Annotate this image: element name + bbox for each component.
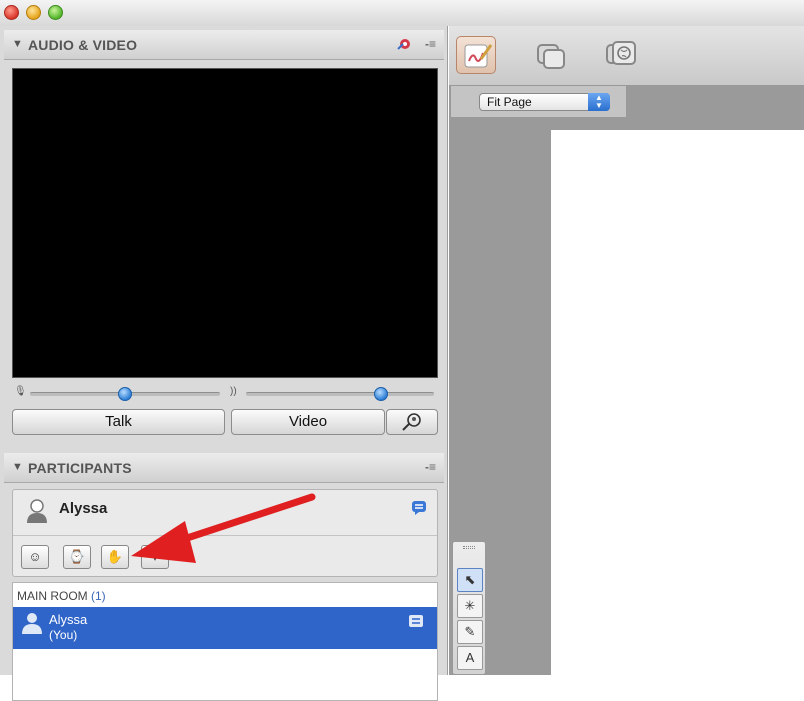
chat-bubble-icon[interactable] <box>409 615 423 627</box>
text-tool-button[interactable]: A <box>457 646 483 670</box>
raise-hand-button[interactable]: ✋ <box>101 545 129 569</box>
close-window-button[interactable] <box>4 5 19 20</box>
collapse-triangle-icon[interactable]: ▼ <box>12 461 23 473</box>
emoticon-button[interactable]: ☺ <box>21 545 49 569</box>
microphone-icon: 🎙 <box>14 386 27 397</box>
web-tour-tab-button[interactable] <box>599 36 639 74</box>
person-avatar-icon <box>27 499 47 523</box>
away-status-icon: ⌚ <box>68 549 86 564</box>
video-button[interactable]: Video <box>231 409 385 435</box>
talk-button[interactable]: Talk <box>12 409 225 435</box>
panel-menu-icon[interactable]: -≡ <box>425 460 436 474</box>
zoom-select[interactable]: Fit Page ▲ ▼ <box>479 93 610 111</box>
main-room-label: MAIN ROOM (1) <box>17 589 106 603</box>
palette-grip-handle[interactable] <box>463 546 475 549</box>
pencil-icon: ✎ <box>464 624 476 639</box>
speaker-volume-slider[interactable] <box>246 392 434 396</box>
audio-video-header[interactable]: ▼ AUDIO & VIDEO -≡ <box>4 30 444 60</box>
main-room-name: MAIN ROOM <box>17 589 88 603</box>
speaker-volume-knob[interactable] <box>374 387 389 401</box>
whiteboard-tab-button[interactable] <box>456 36 496 74</box>
video-search-button[interactable] <box>386 409 438 435</box>
collapse-triangle-icon[interactable]: ▼ <box>12 38 23 50</box>
card-divider <box>13 535 437 536</box>
pointer-tool-button[interactable]: ✳ <box>457 594 483 618</box>
more-options-button[interactable]: ▾ <box>141 545 169 569</box>
left-panel-column: ▼ AUDIO & VIDEO -≡ 🎙 )) Talk Video ▼ PAR… <box>0 26 448 701</box>
chat-bubble-icon[interactable] <box>411 500 427 516</box>
application-share-icon <box>537 44 565 69</box>
zoom-value: Fit Page <box>487 95 532 109</box>
laser-pointer-icon: ✳ <box>464 598 476 613</box>
magnifier-person-icon <box>402 413 421 431</box>
content-toolbar <box>449 26 804 86</box>
person-avatar-icon <box>22 613 42 634</box>
list-item[interactable]: Alyssa (You) <box>13 607 437 649</box>
maximize-window-button[interactable] <box>48 5 63 20</box>
select-arrow-icon: ⬉ <box>464 572 476 587</box>
globe-icon <box>606 41 636 65</box>
select-tool-button[interactable]: ⬉ <box>457 568 483 592</box>
window-title-bar <box>0 0 804 26</box>
my-participant-card: Alyssa ☺ ⌚ ✋ ▾ <box>12 489 438 577</box>
text-tool-icon: A <box>465 650 475 665</box>
audio-video-title: AUDIO & VIDEO <box>28 37 138 53</box>
av-settings-icon[interactable] <box>396 35 414 53</box>
participants-header[interactable]: ▼ PARTICIPANTS -≡ <box>4 453 444 483</box>
select-arrows-icon: ▲ ▼ <box>588 93 610 111</box>
pencil-tool-button[interactable]: ✎ <box>457 620 483 644</box>
participant-you-tag: (You) <box>49 628 78 642</box>
whiteboard-page[interactable] <box>551 130 804 675</box>
status-button[interactable]: ⌚ <box>63 545 91 569</box>
whiteboard-icon <box>464 44 493 68</box>
speaker-icon: )) <box>230 386 237 397</box>
video-display <box>12 68 438 378</box>
share-screen-tab-button[interactable] <box>530 36 570 74</box>
drawing-tools-palette: ⬉ ✳ ✎ A <box>452 541 486 675</box>
hand-icon: ✋ <box>106 549 124 564</box>
panel-menu-icon[interactable]: -≡ <box>425 37 436 51</box>
participant-list: MAIN ROOM (1) Alyssa (You) <box>12 582 438 701</box>
whiteboard-area: Fit Page ▲ ▼ ⬉ ✳ ✎ A <box>449 26 804 675</box>
minimize-window-button[interactable] <box>26 5 41 20</box>
participants-title: PARTICIPANTS <box>28 460 132 476</box>
smiley-icon: ☺ <box>28 549 42 564</box>
participant-name: Alyssa <box>49 612 88 627</box>
mic-volume-knob[interactable] <box>118 387 132 401</box>
main-room-count: (1) <box>91 589 106 603</box>
dropdown-menu-icon: ▾ <box>151 549 159 564</box>
zoom-bar: Fit Page ▲ ▼ <box>451 86 627 118</box>
my-name: Alyssa <box>59 500 108 517</box>
